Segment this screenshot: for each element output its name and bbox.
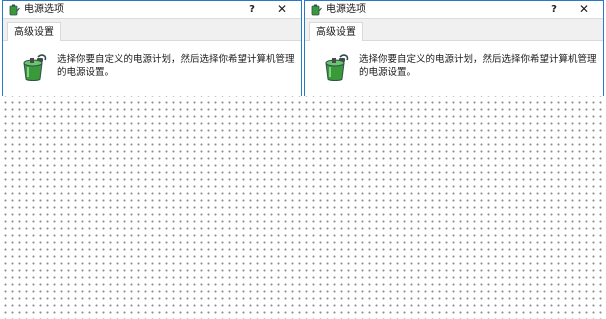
tab-content: 选择你要自定义的电源计划，然后选择你希望计算机管理 的电源设置。 bbox=[3, 41, 301, 95]
description-line-2: 的电源设置。 bbox=[359, 67, 417, 78]
power-options-dialog-left: 电源选项 ? ✕ 高级设置 选择你要自定义的电源计划，然后选择你希望计算机管理 … bbox=[2, 0, 302, 96]
battery-plug-icon bbox=[325, 54, 349, 81]
tab-advanced-settings[interactable]: 高级设置 bbox=[309, 22, 363, 41]
tab-strip: 高级设置 bbox=[305, 19, 603, 41]
tab-content: 选择你要自定义的电源计划，然后选择你希望计算机管理 的电源设置。 bbox=[305, 41, 603, 95]
help-button[interactable]: ? bbox=[243, 1, 261, 18]
window-title: 电源选项 bbox=[24, 4, 64, 15]
close-button[interactable]: ✕ bbox=[271, 1, 293, 18]
battery-plug-icon bbox=[23, 54, 47, 81]
title-bar[interactable]: 电源选项 ? ✕ bbox=[3, 0, 301, 19]
description-line-1: 选择你要自定义的电源计划，然后选择你希望计算机管理 bbox=[359, 54, 597, 65]
description-line-1: 选择你要自定义的电源计划，然后选择你希望计算机管理 bbox=[57, 54, 295, 65]
window-title: 电源选项 bbox=[326, 4, 366, 15]
description-text: 选择你要自定义的电源计划，然后选择你希望计算机管理 的电源设置。 bbox=[57, 53, 297, 79]
close-button[interactable]: ✕ bbox=[573, 1, 595, 18]
power-options-icon bbox=[9, 4, 20, 16]
power-options-icon bbox=[311, 4, 322, 16]
tab-advanced-settings[interactable]: 高级设置 bbox=[7, 22, 61, 41]
description-text: 选择你要自定义的电源计划，然后选择你希望计算机管理 的电源设置。 bbox=[359, 53, 599, 79]
help-button[interactable]: ? bbox=[545, 1, 563, 18]
description-line-2: 的电源设置。 bbox=[57, 67, 115, 78]
tab-strip: 高级设置 bbox=[3, 19, 301, 41]
power-options-dialog-right: 电源选项 ? ✕ 高级设置 选择你要自定义的电源计划，然后选择你希望计算机管理 … bbox=[304, 0, 604, 96]
title-bar[interactable]: 电源选项 ? ✕ bbox=[305, 0, 603, 19]
